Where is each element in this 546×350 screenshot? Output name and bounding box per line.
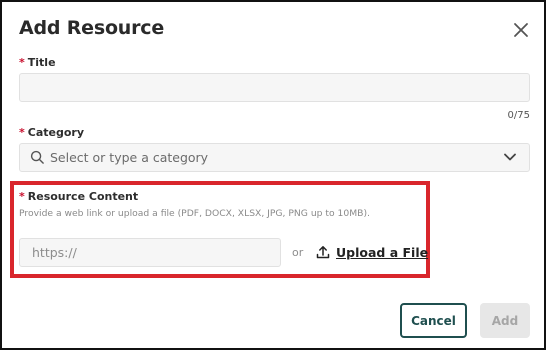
title-label: * Title xyxy=(19,56,56,69)
category-placeholder: Select or type a category xyxy=(50,150,209,165)
cancel-button[interactable]: Cancel xyxy=(400,303,467,338)
chevron-down-icon[interactable] xyxy=(503,151,517,163)
category-label: * Category xyxy=(19,126,84,139)
upload-file-link[interactable]: Upload a File xyxy=(316,242,428,262)
close-icon[interactable] xyxy=(511,20,531,40)
title-char-counter: 0/75 xyxy=(507,110,530,121)
resource-content-label-text: Resource Content xyxy=(27,190,139,203)
add-button[interactable]: Add xyxy=(480,303,530,338)
required-marker: * xyxy=(19,56,25,69)
dialog-title: Add Resource xyxy=(19,17,165,39)
upload-icon xyxy=(316,246,330,259)
upload-file-label: Upload a File xyxy=(336,244,429,260)
url-placeholder: https:// xyxy=(32,245,77,260)
category-label-text: Category xyxy=(27,126,85,139)
title-input[interactable] xyxy=(19,73,530,102)
title-label-text: Title xyxy=(27,56,56,69)
search-icon xyxy=(30,150,44,164)
or-separator: or xyxy=(292,246,304,259)
resource-content-helper: Provide a web link or upload a file (PDF… xyxy=(19,208,370,219)
resource-content-label: * Resource Content xyxy=(19,190,138,203)
add-resource-dialog: Add Resource * Title 0/75 * Category Selec… xyxy=(0,0,546,350)
required-marker: * xyxy=(19,190,25,203)
required-marker: * xyxy=(19,126,25,139)
